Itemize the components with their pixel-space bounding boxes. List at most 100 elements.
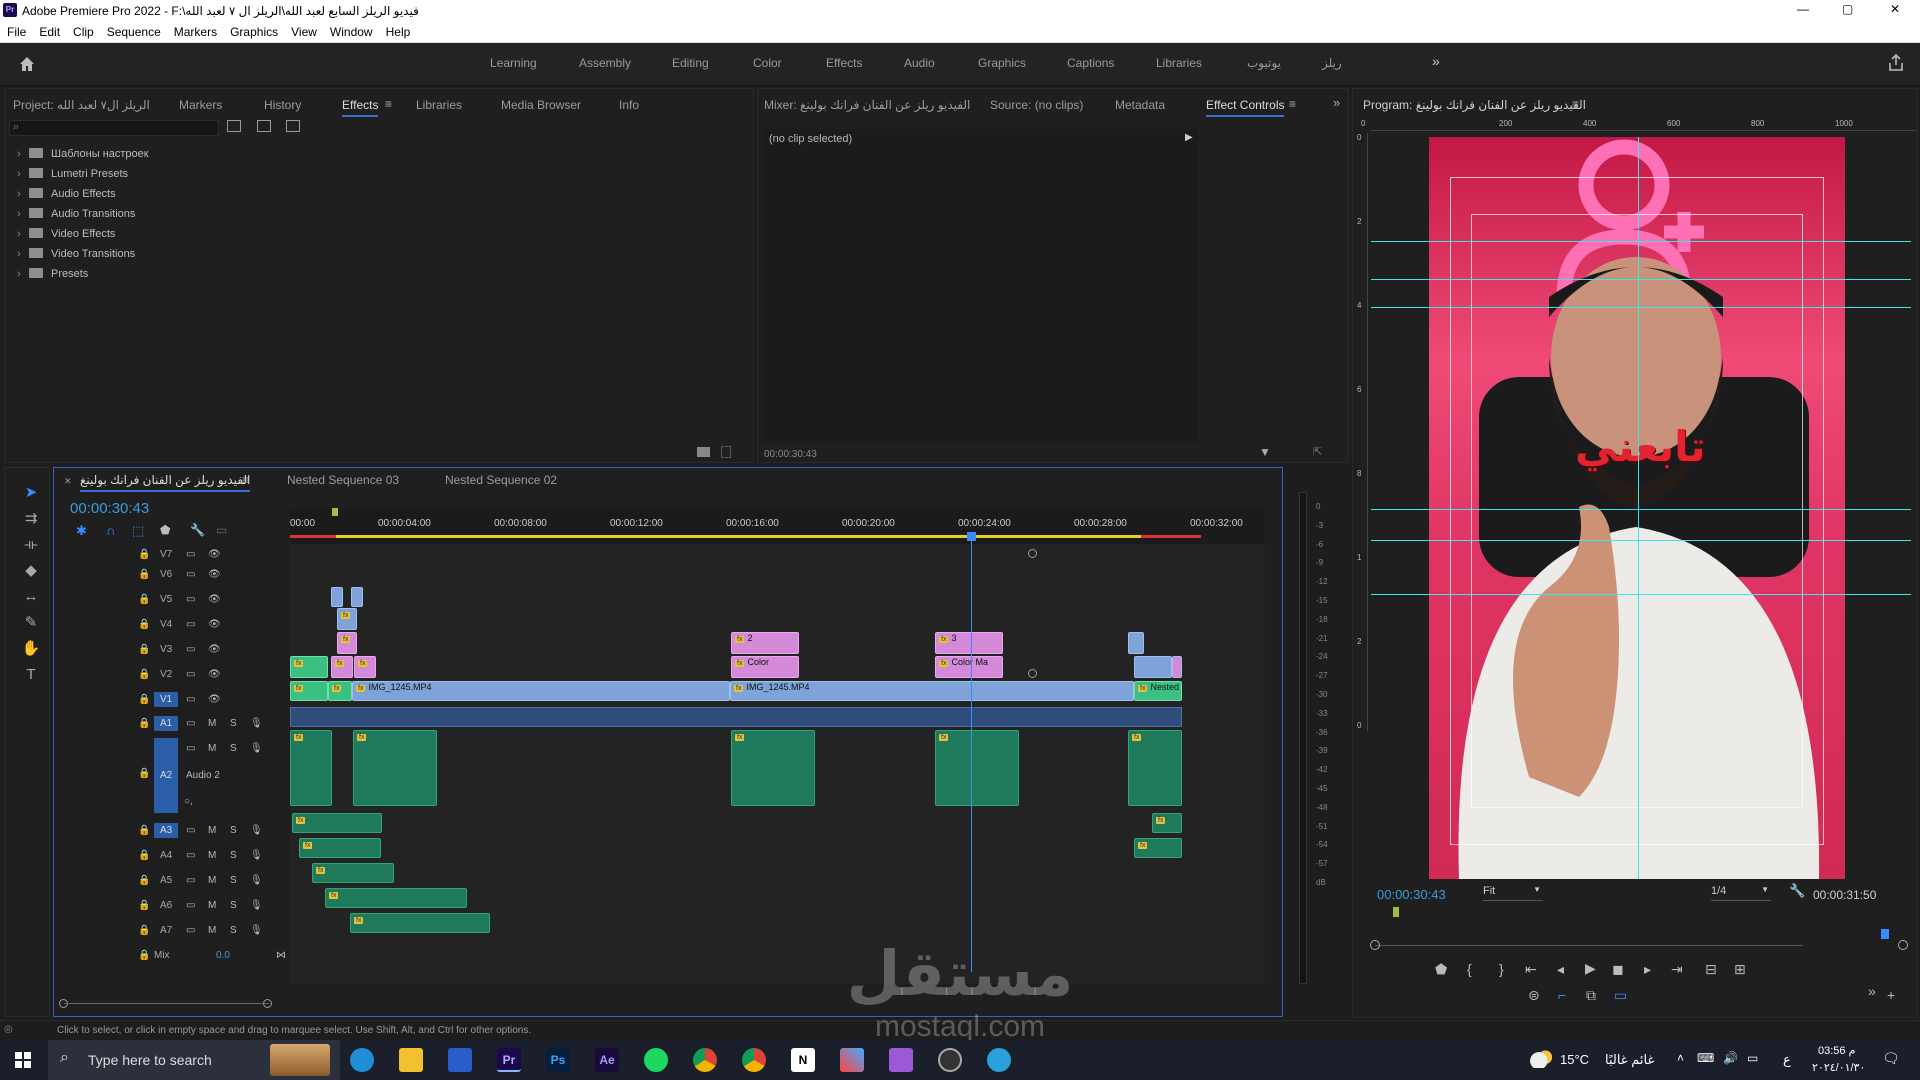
menu-edit[interactable]: Edit: [32, 22, 66, 39]
expand-arrow-icon[interactable]: ›: [17, 208, 29, 220]
hand-tool-icon[interactable]: ✋: [20, 638, 42, 660]
sync-icon[interactable]: ▭: [186, 644, 195, 655]
keyboard-icon[interactable]: ⌨: [1697, 1051, 1714, 1065]
clip-v2-b[interactable]: fx: [331, 656, 353, 678]
play-icon[interactable]: ▶: [1585, 960, 1596, 977]
folder-app-icon[interactable]: [889, 1048, 913, 1072]
ws-reels[interactable]: ريلز: [1322, 56, 1342, 70]
tab-effects[interactable]: Effects: [342, 98, 379, 117]
captions-icon[interactable]: ▭: [216, 523, 227, 537]
tab-info[interactable]: Info: [619, 98, 639, 112]
delete-icon[interactable]: [721, 446, 731, 458]
sync-icon[interactable]: ▭: [186, 594, 195, 605]
vertical-scroll-handle[interactable]: [1028, 669, 1037, 678]
audio-clip-a3-b[interactable]: fx: [1152, 813, 1182, 833]
scrubber-marker[interactable]: [1393, 907, 1399, 917]
program-scrubber[interactable]: [1375, 945, 1803, 946]
clip-v1-green[interactable]: fx: [290, 681, 328, 701]
clip-v2-a[interactable]: fx: [290, 656, 328, 678]
lock-icon[interactable]: 🔒: [138, 875, 150, 886]
audio-clip-a4[interactable]: fx: [299, 838, 381, 858]
ws-effects[interactable]: Effects: [826, 56, 862, 70]
home-icon[interactable]: [18, 55, 36, 73]
weather-desc[interactable]: غائم غالبًا: [1605, 1052, 1654, 1068]
maximize-button[interactable]: ▢: [1842, 2, 1853, 16]
yuv-effects-icon[interactable]: [286, 120, 300, 132]
effect-controls-menu-icon[interactable]: ≡: [1289, 97, 1296, 111]
sync-icon[interactable]: ▭: [186, 875, 195, 886]
tab-nested-sequence-02[interactable]: Nested Sequence 02: [445, 473, 557, 487]
mark-out-icon[interactable]: }: [1499, 961, 1504, 977]
clip-v1-green-b[interactable]: fx: [328, 681, 352, 701]
track-select-tool-icon[interactable]: ⇉: [20, 508, 42, 530]
microphone-icon[interactable]: 🎙: [250, 900, 263, 911]
close-tab-icon[interactable]: ✕: [64, 476, 72, 487]
microphone-icon[interactable]: 🎙: [250, 825, 263, 836]
expand-arrow-icon[interactable]: ›: [17, 228, 29, 240]
vertical-scroll-handle[interactable]: [1028, 549, 1037, 558]
network-icon[interactable]: ▭: [1747, 1051, 1758, 1065]
clip-v1-nested[interactable]: fxNested Sequ: [1134, 681, 1182, 701]
lock-icon[interactable]: 🔒: [138, 825, 150, 836]
mix-value[interactable]: 0.0: [216, 950, 230, 961]
share-icon[interactable]: [1888, 54, 1904, 72]
step-back-icon[interactable]: ◂: [1557, 961, 1564, 978]
ws-editing[interactable]: Editing: [672, 56, 709, 70]
audio-clip-a2-1[interactable]: fx: [290, 730, 332, 806]
more-workspaces-icon[interactable]: »: [1432, 53, 1440, 69]
menu-sequence[interactable]: Sequence: [100, 22, 167, 39]
store-icon[interactable]: [448, 1048, 472, 1072]
chrome-profile-icon[interactable]: [742, 1048, 766, 1072]
lock-icon[interactable]: 🔒: [138, 950, 150, 961]
sync-icon[interactable]: ▭: [186, 669, 195, 680]
lock-icon[interactable]: 🔒: [138, 669, 150, 680]
scrubber-playhead[interactable]: [1881, 929, 1889, 939]
premiere-taskbar-icon[interactable]: Pr: [497, 1048, 521, 1072]
export-icon[interactable]: ⇱: [1313, 445, 1322, 458]
chrome-icon[interactable]: [693, 1048, 717, 1072]
microphone-icon[interactable]: 🎙: [250, 925, 263, 936]
slip-tool-icon[interactable]: ↔: [20, 586, 42, 608]
mute-button[interactable]: M: [208, 718, 216, 729]
tab-metadata[interactable]: Metadata: [1115, 98, 1165, 112]
edge-icon[interactable]: [350, 1048, 374, 1072]
lock-icon[interactable]: 🔒: [138, 718, 150, 729]
tab-nested-sequence-03[interactable]: Nested Sequence 03: [287, 473, 399, 487]
timeline-menu-icon[interactable]: ≡: [242, 473, 249, 487]
audio-clip-a6[interactable]: fx: [325, 888, 467, 908]
menu-markers[interactable]: Markers: [167, 22, 223, 39]
timeline-settings-icon[interactable]: 🔧: [190, 523, 205, 537]
panel-overflow-icon[interactable]: »: [1333, 95, 1340, 110]
effects-menu-icon[interactable]: ≡: [385, 97, 392, 111]
pen-tool-icon[interactable]: ✎: [20, 612, 42, 634]
scrubber-end-handle[interactable]: [1898, 940, 1908, 950]
tree-item[interactable]: › Video Transitions: [17, 248, 135, 266]
add-marker-timeline-icon[interactable]: ⬚: [132, 523, 144, 539]
filter-icon[interactable]: ▼: [1259, 445, 1271, 459]
expand-arrow-icon[interactable]: ›: [17, 268, 29, 280]
audio-clip-a2-3[interactable]: fx: [731, 730, 815, 806]
scrubber-start-handle[interactable]: [1370, 940, 1380, 950]
menu-window[interactable]: Window: [323, 22, 379, 39]
solo-button[interactable]: S: [230, 850, 237, 861]
ws-assembly[interactable]: Assembly: [579, 56, 631, 70]
spotify-icon[interactable]: [644, 1048, 668, 1072]
comparison-view-icon[interactable]: ⧉: [1586, 987, 1596, 1004]
expand-arrow-icon[interactable]: ›: [17, 248, 29, 260]
tree-item[interactable]: › Шаблоны настроек: [17, 148, 149, 166]
insert-icon[interactable]: ⊟: [1705, 961, 1717, 978]
lock-icon[interactable]: 🔒: [138, 619, 150, 630]
eye-icon[interactable]: 👁: [208, 619, 221, 630]
vr-video-icon[interactable]: ⊜: [1528, 987, 1540, 1004]
clip-v5-b[interactable]: [351, 587, 363, 607]
add-marker-icon[interactable]: ⬟: [1435, 961, 1447, 978]
timeline-timecode[interactable]: 00:00:30:43: [70, 500, 149, 517]
windows-start-icon[interactable]: [15, 1052, 31, 1068]
tab-source[interactable]: Source: (no clips): [990, 98, 1083, 112]
eye-icon[interactable]: 👁: [208, 669, 221, 680]
weather-temp[interactable]: 15°C: [1560, 1052, 1589, 1067]
audio-clip-a2-4[interactable]: fx: [935, 730, 1019, 806]
clock-date[interactable]: ٢٠٢٤/٠١/٣٠: [1812, 1061, 1865, 1074]
menu-graphics[interactable]: Graphics: [223, 22, 284, 39]
audio-clip-a2-2[interactable]: fx: [353, 730, 437, 806]
